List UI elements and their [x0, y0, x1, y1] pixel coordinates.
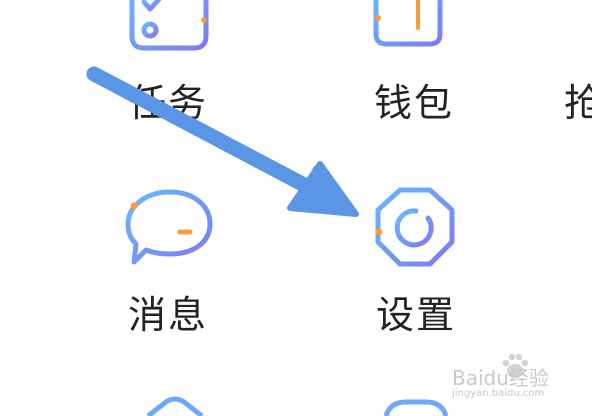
watermark-brand: Baidu经验 [452, 366, 549, 390]
watermark-url: jingyan.baidu.com [452, 388, 545, 399]
grid-item-label-partial[interactable]: 抢 [564, 84, 592, 122]
baidu-jingyan-watermark: Baidu经验 jingyan.baidu.com [452, 352, 584, 402]
app-grid-screen: 任务 钱包 抢 消息 设置 Baidu经验 jingyan.baidu.com [0, 0, 592, 416]
partial-bottom-icon-right [383, 399, 449, 416]
grid-item-label-settings[interactable]: 设置 [376, 296, 456, 334]
annotation-arrow-icon [86, 66, 359, 217]
partial-bottom-icon-left [146, 396, 204, 416]
grid-item-label-message[interactable]: 消息 [128, 296, 208, 334]
grid-item-label-wallet[interactable]: 钱包 [374, 84, 454, 122]
task-list-icon[interactable] [128, 0, 212, 52]
wallet-icon[interactable] [372, 0, 446, 48]
settings-icon[interactable] [370, 184, 460, 272]
